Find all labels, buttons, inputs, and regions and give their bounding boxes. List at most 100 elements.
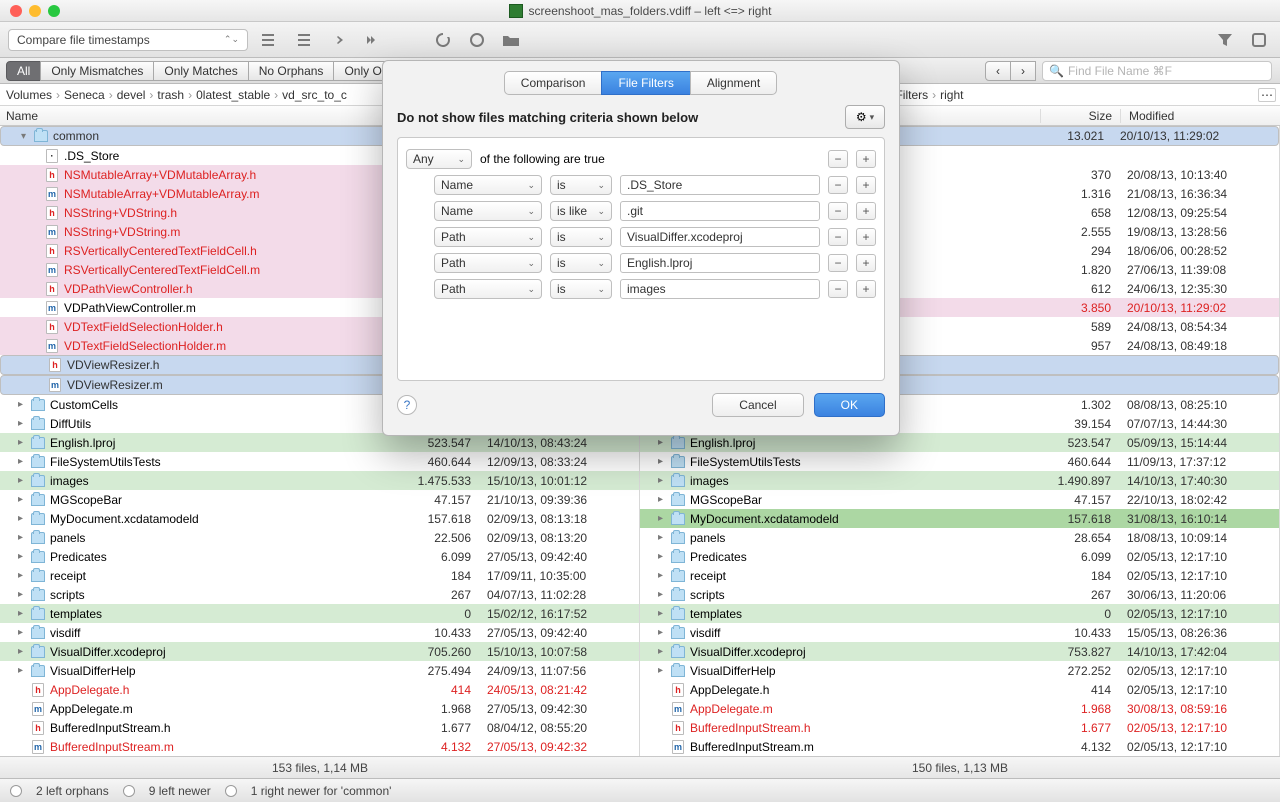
list-item[interactable]: ▸MGScopeBar47.15721/10/13, 09:39:36 (0, 490, 639, 509)
globe-icon[interactable] (464, 27, 490, 53)
settings-icon[interactable] (1246, 27, 1272, 53)
status-radio[interactable] (225, 785, 237, 797)
disclosure-icon[interactable]: ▸ (18, 532, 30, 543)
indent-left-icon[interactable] (256, 27, 282, 53)
disclosure-icon[interactable]: ▾ (21, 131, 33, 142)
folder-icon[interactable] (498, 27, 524, 53)
disclosure-icon[interactable]: ▸ (658, 646, 670, 657)
dialog-tab[interactable]: File Filters (601, 71, 690, 95)
list-item[interactable]: mAppDelegate.m1.96830/08/13, 08:59:16 (640, 699, 1279, 718)
list-item[interactable]: ▸VisualDiffer.xcodeproj705.26015/10/13, … (0, 642, 639, 661)
scope-tab[interactable]: All (6, 61, 41, 81)
rule-value-input[interactable]: .git (620, 201, 820, 221)
disclosure-icon[interactable]: ▸ (658, 589, 670, 600)
breadcrumb-item[interactable]: Volumes (6, 88, 52, 102)
rule-value-input[interactable]: English.lproj (620, 253, 820, 273)
list-item[interactable]: mBufferedInputStream.m4.13202/05/13, 12:… (640, 737, 1279, 756)
add-rule-button[interactable]: + (856, 228, 876, 246)
rule-op-select[interactable]: is⌄ (550, 175, 612, 195)
remove-rule-button[interactable]: − (828, 150, 848, 168)
scope-tab[interactable]: Only Mismatches (40, 61, 154, 81)
remove-rule-button[interactable]: − (828, 228, 848, 246)
rule-op-select[interactable]: is⌄ (550, 279, 612, 299)
list-item[interactable]: hBufferedInputStream.h1.67708/04/12, 08:… (0, 718, 639, 737)
disclosure-icon[interactable]: ▸ (658, 665, 670, 676)
ok-button[interactable]: OK (814, 393, 885, 417)
breadcrumb-item[interactable]: vd_src_to_c (282, 88, 347, 102)
breadcrumb-item[interactable]: 0latest_stable (196, 88, 270, 102)
filter-icon[interactable] (1212, 27, 1238, 53)
add-rule-button[interactable]: + (856, 176, 876, 194)
disclosure-icon[interactable]: ▸ (18, 627, 30, 638)
add-rule-button[interactable]: + (856, 280, 876, 298)
list-item[interactable]: mAppDelegate.m1.96827/05/13, 09:42:30 (0, 699, 639, 718)
breadcrumb-overflow-icon[interactable]: ⋯ (1258, 88, 1276, 102)
rule-op-select[interactable]: is⌄ (550, 227, 612, 247)
list-item[interactable]: hAppDelegate.h41402/05/13, 12:17:10 (640, 680, 1279, 699)
refresh-icon[interactable] (430, 27, 456, 53)
list-item[interactable]: ▸panels22.50602/09/13, 08:13:20 (0, 528, 639, 547)
list-item[interactable]: ▸VisualDifferHelp275.49424/09/13, 11:07:… (0, 661, 639, 680)
list-item[interactable]: ▸images1.490.89714/10/13, 17:40:30 (640, 471, 1279, 490)
col-name[interactable]: Name (0, 109, 400, 123)
disclosure-icon[interactable]: ▸ (658, 513, 670, 524)
disclosure-icon[interactable]: ▸ (18, 418, 30, 429)
list-item[interactable]: ▸templates002/05/13, 12:17:10 (640, 604, 1279, 623)
list-item[interactable]: ▸images1.475.53315/10/13, 10:01:12 (0, 471, 639, 490)
indent-right-icon[interactable] (290, 27, 316, 53)
list-item[interactable]: ▸VisualDifferHelp272.25202/05/13, 12:17:… (640, 661, 1279, 680)
disclosure-icon[interactable]: ▸ (18, 608, 30, 619)
rule-value-input[interactable]: .DS_Store (620, 175, 820, 195)
disclosure-icon[interactable]: ▸ (658, 437, 670, 448)
list-item[interactable]: ▸panels28.65418/08/13, 10:09:14 (640, 528, 1279, 547)
list-item[interactable]: ▸templates015/02/12, 16:17:52 (0, 604, 639, 623)
merge-right-icon[interactable] (358, 27, 384, 53)
list-item[interactable]: ▸visdiff10.43315/05/13, 08:26:36 (640, 623, 1279, 642)
list-item[interactable]: hAppDelegate.h41424/05/13, 08:21:42 (0, 680, 639, 699)
list-item[interactable]: hBufferedInputStream.h1.67702/05/13, 12:… (640, 718, 1279, 737)
list-item[interactable]: ▸VisualDiffer.xcodeproj753.82714/10/13, … (640, 642, 1279, 661)
disclosure-icon[interactable]: ▸ (658, 475, 670, 486)
list-item[interactable]: ▸MyDocument.xcdatamodeld157.61831/08/13,… (640, 509, 1279, 528)
dialog-tab[interactable]: Comparison (504, 71, 603, 95)
breadcrumb-item[interactable]: right (940, 88, 963, 102)
breadcrumb-item[interactable]: Seneca (64, 88, 105, 102)
remove-rule-button[interactable]: − (828, 176, 848, 194)
disclosure-icon[interactable]: ▸ (658, 627, 670, 638)
disclosure-icon[interactable]: ▸ (658, 608, 670, 619)
col-modified[interactable]: Modified (1120, 109, 1280, 123)
nav-prev-button[interactable]: ‹ (985, 61, 1011, 81)
rule-value-input[interactable]: VisualDiffer.xcodeproj (620, 227, 820, 247)
list-item[interactable]: ▸MyDocument.xcdatamodeld157.61802/09/13,… (0, 509, 639, 528)
rule-field-select[interactable]: Name⌄ (434, 201, 542, 221)
gear-menu-button[interactable]: ⚙ ▾ (845, 105, 885, 129)
remove-rule-button[interactable]: − (828, 254, 848, 272)
rule-field-select[interactable]: Path⌄ (434, 279, 542, 299)
cancel-button[interactable]: Cancel (712, 393, 803, 417)
nav-next-button[interactable]: › (1010, 61, 1036, 81)
disclosure-icon[interactable]: ▸ (658, 570, 670, 581)
list-item[interactable]: ▸visdiff10.43327/05/13, 09:42:40 (0, 623, 639, 642)
disclosure-icon[interactable]: ▸ (658, 551, 670, 562)
breadcrumb-item[interactable]: devel (117, 88, 146, 102)
add-rule-button[interactable]: + (856, 254, 876, 272)
disclosure-icon[interactable]: ▸ (658, 494, 670, 505)
scope-tab[interactable]: No Orphans (248, 61, 335, 81)
list-item[interactable]: ▸Predicates6.09927/05/13, 09:42:40 (0, 547, 639, 566)
status-radio[interactable] (123, 785, 135, 797)
scope-tab[interactable]: Only Matches (153, 61, 248, 81)
list-item[interactable]: ▸scripts26730/06/13, 11:20:06 (640, 585, 1279, 604)
remove-rule-button[interactable]: − (828, 280, 848, 298)
rule-op-select[interactable]: is like⌄ (550, 201, 612, 221)
disclosure-icon[interactable]: ▸ (18, 494, 30, 505)
list-item[interactable]: ▸MGScopeBar47.15722/10/13, 18:02:42 (640, 490, 1279, 509)
list-item[interactable]: ▸scripts26704/07/13, 11:02:28 (0, 585, 639, 604)
disclosure-icon[interactable]: ▸ (18, 456, 30, 467)
compare-mode-select[interactable]: Compare file timestamps ⌃⌄ (8, 29, 248, 51)
disclosure-icon[interactable]: ▸ (18, 399, 30, 410)
disclosure-icon[interactable]: ▸ (18, 437, 30, 448)
disclosure-icon[interactable]: ▸ (18, 646, 30, 657)
list-item[interactable]: ▸receipt18402/05/13, 12:17:10 (640, 566, 1279, 585)
breadcrumb-item[interactable]: trash (157, 88, 184, 102)
add-rule-button[interactable]: + (856, 202, 876, 220)
